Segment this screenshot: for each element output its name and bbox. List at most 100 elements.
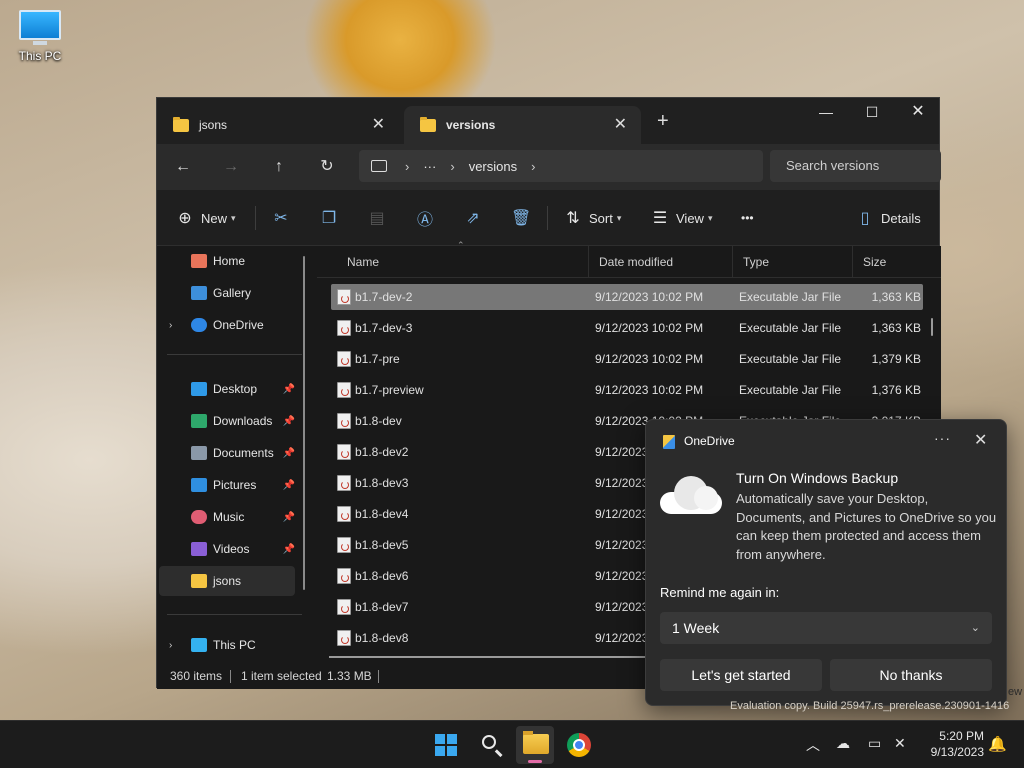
paste-button[interactable]: ▤ (367, 206, 387, 230)
clock[interactable]: 5:20 PM 9/13/2023 (918, 728, 984, 760)
minimize-button[interactable]: — (803, 98, 849, 128)
sidebar-item-label: Home (213, 254, 246, 268)
divider (167, 614, 302, 615)
file-row[interactable]: b1.7-dev-3 9/12/2023 10:02 PM Executable J… (331, 315, 923, 341)
no-thanks-button[interactable]: No thanks (830, 659, 992, 691)
notification-bell-icon[interactable]: 🔔 (988, 735, 1007, 753)
chevron-right-icon[interactable]: › (169, 640, 172, 651)
forward-button[interactable]: → (219, 155, 243, 179)
share-button[interactable]: ⇗ (463, 206, 483, 230)
view-button[interactable]: ☰ View ▾ (650, 206, 713, 230)
sidebar-item-pictures[interactable]: Pictures 📌 (159, 470, 295, 500)
sidebar-item-videos[interactable]: Videos 📌 (159, 534, 295, 564)
tab-title: jsons (199, 118, 228, 132)
desktop-icon (191, 382, 207, 396)
more-options-button[interactable]: ••• (741, 206, 754, 230)
column-header-row: ⌃ Name Date modified Type Size (317, 240, 941, 278)
file-row[interactable]: b1.7-dev-2 9/12/2023 10:02 PM Executable J… (331, 284, 923, 310)
sidebar-item-downloads[interactable]: Downloads 📌 (159, 406, 295, 436)
sidebar-item-label: Desktop (213, 382, 258, 396)
sidebar-item-gallery[interactable]: Gallery (159, 278, 295, 308)
close-tab-icon[interactable]: ✕ (614, 114, 627, 134)
computer-icon (191, 638, 207, 652)
delete-button[interactable]: 🗑 (511, 206, 531, 230)
onedrive-tray-icon[interactable]: ☁ (836, 735, 850, 752)
file-row[interactable]: b1.7-pre 9/12/2023 10:02 PM Executable Jar… (331, 346, 923, 372)
network-icon[interactable]: ▭ (868, 735, 881, 752)
chevron-right-icon[interactable]: › (405, 159, 409, 174)
file-row[interactable]: b1.7-preview 9/12/2023 10:02 PM Executable… (331, 377, 923, 403)
get-started-button[interactable]: Let's get started (660, 659, 822, 691)
sidebar-item-label: Music (213, 510, 245, 524)
evaluation-watermark: Evaluation copy. Build 25947.rs_prerelea… (730, 700, 1010, 712)
breadcrumb-current[interactable]: versions (469, 159, 517, 174)
sidebar-item-music[interactable]: Music 📌 (159, 502, 295, 532)
sidebar-item-label: Documents (213, 446, 274, 460)
new-tab-button[interactable]: + (657, 110, 669, 133)
address-bar[interactable]: › ··· › versions › (359, 150, 763, 182)
pin-icon: 📌 (282, 479, 295, 491)
up-button[interactable]: ↑ (267, 155, 291, 179)
remind-interval-select[interactable]: 1 Week ⌄ (660, 612, 992, 644)
column-header-type[interactable]: Type (732, 246, 853, 278)
column-header-name[interactable]: Name (337, 246, 589, 278)
sidebar-item-label: Gallery (213, 286, 252, 300)
details-button[interactable]: ▯ Details (855, 206, 921, 230)
volume-muted-icon[interactable]: ✕ (894, 735, 906, 752)
tab-jsons[interactable]: jsons ✕ (157, 106, 399, 144)
file-name: b1.7-dev-2 (355, 290, 413, 304)
chevron-right-icon[interactable]: › (450, 159, 454, 174)
pin-icon: 📌 (282, 447, 295, 459)
sidebar-item-desktop[interactable]: Desktop 📌 (159, 374, 295, 404)
pin-icon: 📌 (282, 511, 295, 523)
column-header-date[interactable]: Date modified (588, 246, 733, 278)
desktop-icon-this-pc[interactable]: This PC (14, 10, 66, 63)
rename-button[interactable]: Ⓐ (415, 206, 435, 230)
taskbar-chrome[interactable] (560, 726, 598, 764)
search-icon (482, 735, 496, 749)
folder-icon (191, 574, 207, 588)
close-window-button[interactable]: ✕ (895, 98, 941, 128)
copy-button[interactable]: ❐ (319, 206, 339, 230)
pin-icon: 📌 (282, 415, 295, 427)
selected-size: 1.33 MB (327, 669, 372, 683)
sidebar-item-jsons[interactable]: jsons (159, 566, 295, 596)
jar-file-icon (337, 351, 351, 367)
music-icon (191, 510, 207, 524)
maximize-button[interactable]: ☐ (849, 98, 895, 128)
file-name: b1.8-dev (355, 414, 402, 428)
vertical-scrollbar[interactable] (931, 318, 933, 336)
file-name: b1.7-dev-3 (355, 321, 413, 335)
command-bar: ⊕ New ▾ ✂ ❐ ▤ Ⓐ ⇗ 🗑 ⇅ Sort ▾ ☰ View ▾ ••… (157, 190, 939, 246)
file-date: 9/12/2023 (595, 600, 649, 614)
video-icon (191, 542, 207, 556)
cut-button[interactable]: ✂ (271, 206, 291, 230)
chevron-right-icon[interactable]: › (169, 320, 172, 331)
item-count: 360 items (170, 669, 223, 683)
column-header-size[interactable]: Size (852, 246, 941, 278)
back-button[interactable]: ← (171, 155, 195, 179)
sidebar-item-documents[interactable]: Documents 📌 (159, 438, 295, 468)
tab-versions[interactable]: versions ✕ (404, 106, 641, 144)
file-name: b1.8-dev4 (355, 507, 409, 521)
close-tab-icon[interactable]: ✕ (372, 114, 385, 134)
breadcrumb-overflow[interactable]: ··· (423, 159, 436, 174)
sidebar-item-home[interactable]: Home (159, 246, 295, 276)
sidebar-scrollbar[interactable] (303, 256, 305, 590)
chevron-down-icon: ⌄ (970, 622, 980, 634)
search-input[interactable]: Search versions (770, 150, 941, 182)
chevron-right-icon[interactable]: › (531, 159, 535, 174)
refresh-button[interactable]: ↻ (315, 155, 339, 179)
taskbar: ︿ ☁ ▭ ✕ 5:20 PM 9/13/2023 🔔 (0, 720, 1024, 768)
new-button[interactable]: ⊕ New ▾ (175, 206, 235, 230)
taskbar-search-button[interactable] (472, 726, 510, 764)
sidebar-item-this-pc[interactable]: › This PC (159, 630, 295, 660)
start-button[interactable] (427, 726, 465, 764)
sidebar-item-onedrive[interactable]: › OneDrive (159, 310, 295, 340)
sort-button[interactable]: ⇅ Sort ▾ (563, 206, 621, 230)
taskbar-file-explorer[interactable] (516, 726, 554, 764)
notification-close-button[interactable]: ✕ (974, 430, 987, 450)
notification-more-button[interactable]: ··· (934, 430, 951, 446)
file-size: 1,363 KB (871, 290, 921, 304)
chevron-up-icon[interactable]: ︿ (806, 735, 820, 755)
